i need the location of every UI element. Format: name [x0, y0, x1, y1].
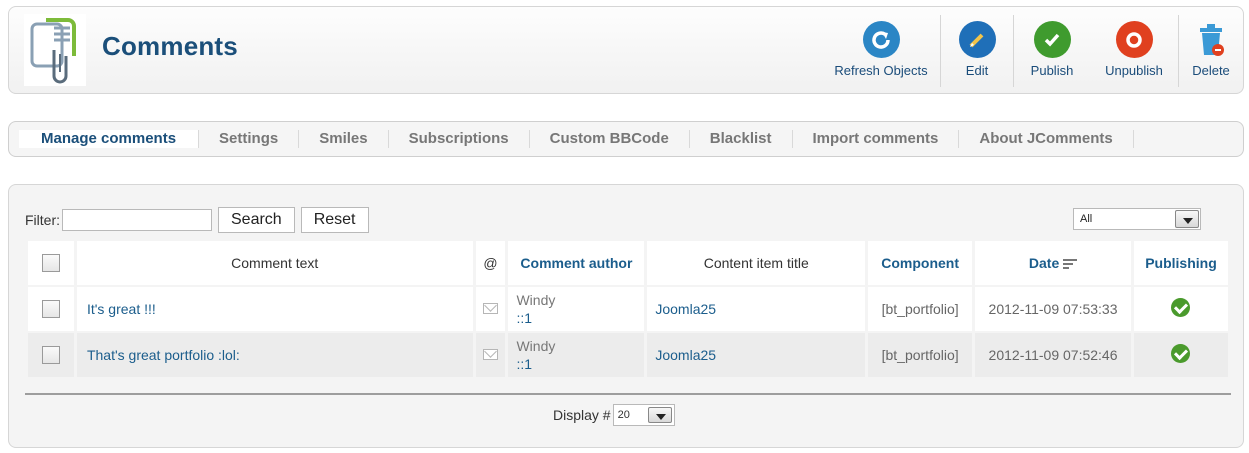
col-comment-text: Comment text — [76, 241, 473, 285]
trash-icon — [1193, 21, 1230, 58]
content-cell: Joomla25 — [647, 333, 866, 377]
state-filter-value: All — [1080, 213, 1093, 225]
publish-button[interactable]: Publish — [1014, 7, 1090, 93]
edit-button[interactable]: Edit — [941, 7, 1013, 93]
mail-icon[interactable] — [482, 303, 498, 314]
display-label: Display # — [553, 407, 611, 423]
chevron-down-icon[interactable] — [647, 407, 672, 423]
comment-link[interactable]: It's great !!! — [77, 301, 156, 317]
tab-smiles[interactable]: Smiles — [299, 130, 389, 148]
chevron-down-icon[interactable] — [1175, 210, 1199, 228]
select-all-cell — [28, 241, 74, 285]
tab-settings[interactable]: Settings — [199, 130, 300, 148]
published-check-icon[interactable] — [1171, 298, 1191, 317]
date-cell: 2012-11-09 07:52:46 — [975, 333, 1131, 377]
delete-button[interactable]: Delete — [1179, 7, 1243, 93]
col-component[interactable]: Component — [868, 241, 973, 285]
comment-link[interactable]: That's great portfolio :lol: — [77, 347, 240, 363]
refresh-objects-label: Refresh Objects — [834, 63, 928, 78]
unpublish-button[interactable]: Unpublish — [1090, 7, 1178, 93]
published-check-icon[interactable] — [1171, 344, 1191, 363]
filter-bar: Filter: Search Reset — [25, 207, 369, 233]
comment-text-cell: It's great !!! — [76, 287, 473, 331]
delete-label: Delete — [1192, 63, 1230, 78]
author-cell: Windy ::1 — [508, 287, 645, 331]
table-row: It's great !!! Windy ::1 Joomla25 [bt_po… — [28, 287, 1228, 331]
reset-button[interactable]: Reset — [300, 207, 369, 233]
tab-custom-bbcode[interactable]: Custom BBCode — [530, 130, 690, 148]
tab-subscriptions[interactable]: Subscriptions — [389, 130, 530, 148]
tab-about-jcomments[interactable]: About JComments — [959, 130, 1134, 148]
edit-icon — [958, 21, 996, 58]
pagination-limit: Display # 20 — [553, 404, 675, 426]
row-select-cell — [28, 333, 74, 377]
col-date-header[interactable]: Date — [975, 241, 1131, 285]
publish-label: Publish — [1030, 63, 1074, 78]
content-cell: Joomla25 — [647, 287, 866, 331]
col-publishing[interactable]: Publishing — [1133, 241, 1228, 285]
publishing-cell — [1133, 333, 1228, 377]
date-cell: 2012-11-09 07:53:33 — [975, 287, 1131, 331]
refresh-objects-button[interactable]: Refresh Objects — [822, 7, 940, 93]
author-name: Windy — [516, 292, 556, 308]
col-email: @ — [475, 241, 506, 285]
col-comment-author[interactable]: Comment author — [508, 241, 645, 285]
row-checkbox[interactable] — [41, 300, 60, 319]
table-row: That's great portfolio :lol: Windy ::1 J… — [28, 333, 1228, 377]
row-select-cell — [28, 287, 74, 331]
publish-icon — [1033, 21, 1071, 58]
state-filter-select[interactable]: All — [1073, 208, 1201, 230]
author-ip[interactable]: ::1 — [516, 355, 644, 373]
page-header: Comments Refresh Objects Edit Publish Un… — [8, 6, 1244, 94]
content-link[interactable]: Joomla25 — [647, 301, 716, 317]
email-cell — [475, 333, 506, 377]
refresh-icon — [862, 21, 900, 58]
component-cell: [bt_portfolio] — [868, 333, 973, 377]
unpublish-icon — [1115, 21, 1153, 58]
select-all-checkbox[interactable] — [41, 254, 60, 273]
display-limit-select[interactable]: 20 — [612, 404, 675, 426]
edit-label: Edit — [965, 63, 989, 78]
author-ip[interactable]: ::1 — [516, 309, 644, 327]
tab-manage-comments[interactable]: Manage comments — [19, 130, 200, 148]
filter-input[interactable] — [62, 209, 212, 231]
submenu-tabs: Manage comments Settings Smiles Subscrip… — [8, 121, 1244, 157]
comments-table: Comment text @ Comment author Content it… — [25, 239, 1231, 379]
author-cell: Windy ::1 — [508, 333, 645, 377]
email-cell — [475, 287, 506, 331]
comment-text-cell: That's great portfolio :lol: — [76, 333, 473, 377]
comments-panel: Filter: Search Reset All Comment text @ … — [8, 184, 1244, 448]
publishing-cell — [1133, 287, 1228, 331]
sort-desc-icon — [1063, 259, 1078, 270]
col-date: Date — [1028, 255, 1060, 271]
filter-label: Filter: — [25, 212, 60, 228]
col-content-title: Content item title — [647, 241, 866, 285]
page-title: Comments — [102, 31, 238, 61]
comments-logo-icon — [24, 14, 86, 86]
tab-blacklist[interactable]: Blacklist — [690, 130, 793, 148]
unpublish-label: Unpublish — [1105, 63, 1163, 78]
table-footer-divider — [25, 393, 1231, 395]
author-name: Windy — [516, 338, 556, 354]
tab-import-comments[interactable]: Import comments — [793, 130, 960, 148]
content-link[interactable]: Joomla25 — [647, 347, 716, 363]
component-cell: [bt_portfolio] — [868, 287, 973, 331]
mail-icon[interactable] — [482, 349, 498, 360]
table-header-row: Comment text @ Comment author Content it… — [28, 241, 1228, 285]
search-button[interactable]: Search — [218, 207, 295, 233]
toolbar: Refresh Objects Edit Publish Unpublish D… — [822, 7, 1243, 93]
row-checkbox[interactable] — [41, 346, 60, 365]
display-limit-value: 20 — [617, 409, 630, 421]
